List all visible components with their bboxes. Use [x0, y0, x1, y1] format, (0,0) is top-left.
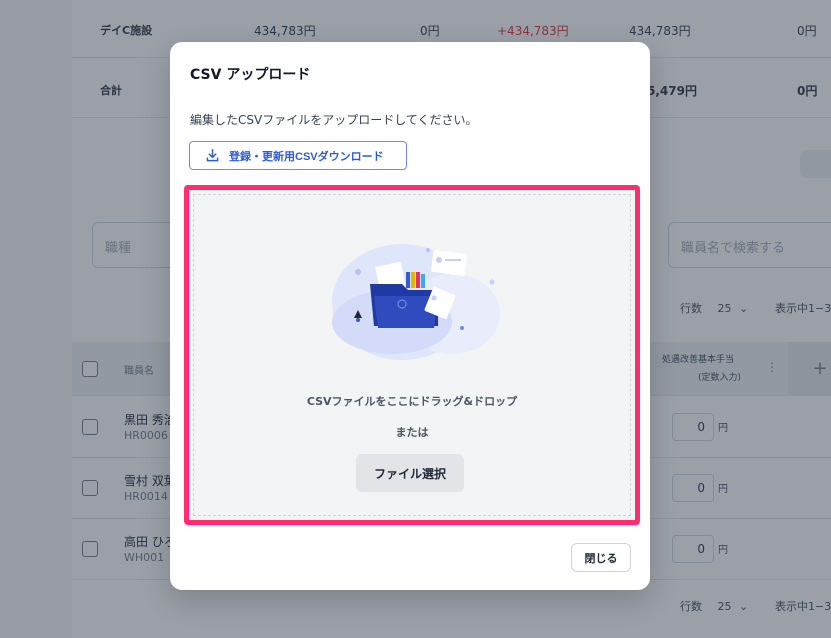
csv-download-button[interactable]: 登録・更新用CSVダウンロード	[189, 141, 407, 170]
close-button[interactable]: 閉じる	[571, 543, 631, 572]
folder-upload-illustration	[332, 244, 500, 360]
csv-dropzone[interactable]: CSVファイルをここにドラッグ&ドロップ または ファイル選択	[184, 185, 640, 525]
dialog-description: 編集したCSVファイルをアップロードしてください。	[190, 113, 478, 127]
csv-upload-dialog: CSV アップロード 編集したCSVファイルをアップロードしてください。 登録・…	[170, 42, 650, 590]
drag-drop-text: CSVファイルをここにドラッグ&ドロップ	[306, 395, 518, 408]
or-text: または	[395, 426, 429, 439]
dialog-title: CSV アップロード	[190, 67, 311, 83]
download-icon	[206, 149, 219, 162]
download-button-label: 登録・更新用CSVダウンロード	[229, 150, 384, 163]
select-file-button[interactable]: ファイル選択	[356, 454, 464, 492]
